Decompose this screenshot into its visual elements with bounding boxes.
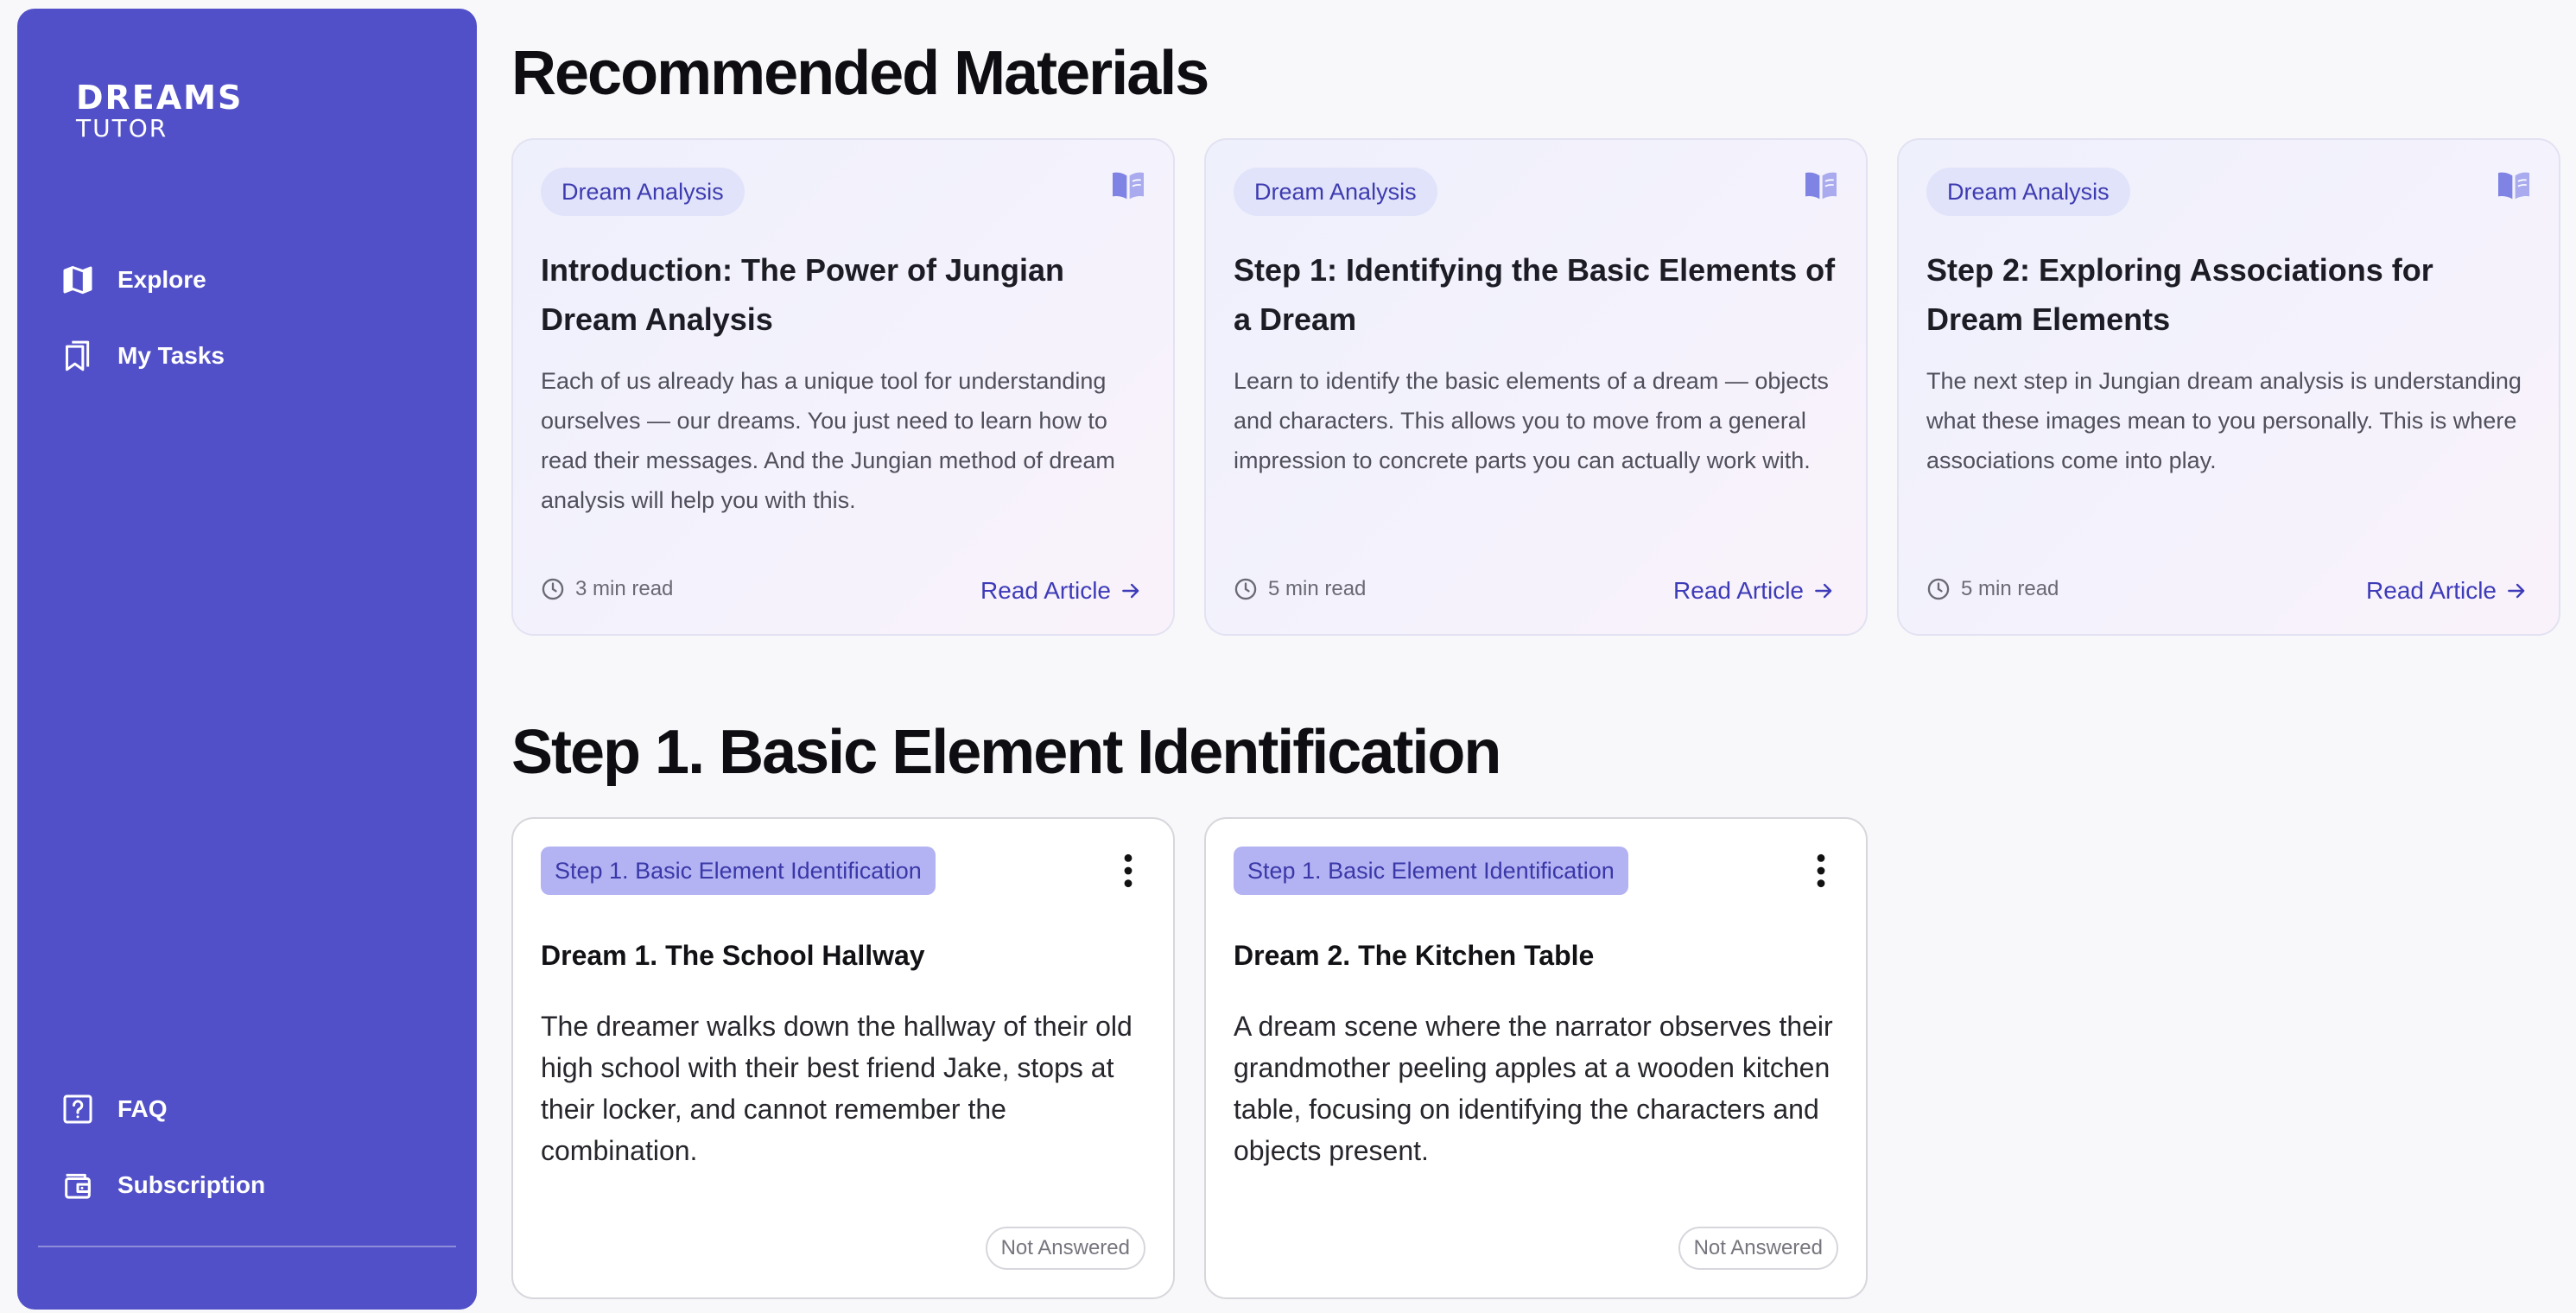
step-tag: Step 1. Basic Element Identification [1234, 847, 1628, 895]
sidebar-divider [38, 1246, 456, 1247]
read-time-text: 5 min read [1961, 577, 2059, 600]
more-options-icon[interactable] [1805, 852, 1837, 890]
material-card[interactable]: Dream Analysis Introduction: The Power o… [511, 138, 1175, 636]
arrow-right-icon [2508, 583, 2525, 599]
sidebar-item-explore[interactable]: Explore [59, 254, 206, 306]
read-article-label: Read Article [2366, 577, 2497, 604]
read-time-text: 3 min read [575, 577, 674, 600]
logo[interactable]: DREAMS TUTOR [76, 79, 243, 142]
read-article-label: Read Article [980, 577, 1111, 604]
sidebar-item-label: Explore [117, 266, 206, 293]
read-time-text: 5 min read [1268, 577, 1367, 600]
material-description: Learn to identify the basic elements of … [1234, 368, 1829, 473]
open-book-icon [1113, 172, 1144, 200]
help-icon [59, 1090, 97, 1128]
status-badge: Not Answered [1678, 1227, 1838, 1270]
sidebar-item-faq[interactable]: FAQ [59, 1083, 168, 1135]
material-title[interactable]: Introduction: The Power of Jungian Dream… [541, 245, 1145, 344]
more-options-icon[interactable] [1113, 852, 1144, 890]
open-book-icon [2498, 172, 2529, 200]
category-tag: Dream Analysis [541, 168, 745, 216]
step-section-title: Step 1. Basic Element Identification [511, 718, 1501, 787]
clock-icon [1234, 578, 1257, 600]
recommended-materials-title: Recommended Materials [511, 39, 1209, 108]
task-card[interactable]: Step 1. Basic Element Identification Dre… [511, 817, 1175, 1299]
task-title: Dream 2. The Kitchen Table [1234, 940, 1595, 971]
material-title[interactable]: Step 1: Identifying the Basic Elements o… [1234, 245, 1838, 344]
material-card[interactable]: Dream Analysis Step 1: Identifying the B… [1204, 138, 1868, 636]
read-time: 5 min read [1926, 577, 2059, 601]
material-card[interactable]: Dream Analysis Step 2: Exploring Associa… [1897, 138, 2560, 636]
sidebar-item-label: FAQ [117, 1095, 168, 1122]
task-description: A dream scene where the narrator observe… [1234, 1011, 1833, 1166]
material-description: The next step in Jungian dream analysis … [1926, 368, 2522, 473]
material-title[interactable]: Step 2: Exploring Associations for Dream… [1926, 245, 2531, 344]
category-tag: Dream Analysis [1926, 168, 2130, 216]
clock-icon [542, 578, 564, 600]
read-time: 3 min read [541, 577, 673, 601]
task-title: Dream 1. The School Hallway [541, 940, 925, 971]
sidebar-item-my-tasks[interactable]: My Tasks [59, 330, 225, 382]
read-article-label: Read Article [1673, 577, 1804, 604]
arrow-right-icon [1122, 583, 1139, 599]
logo-bottom-text: TUTOR [76, 114, 168, 143]
sidebar-item-subscription[interactable]: Subscription [59, 1159, 265, 1211]
arrow-right-icon [1815, 583, 1832, 599]
sidebar-item-label: Subscription [117, 1171, 266, 1198]
category-tag: Dream Analysis [1234, 168, 1437, 216]
task-description: The dreamer walks down the hallway of th… [541, 1011, 1133, 1166]
read-article-link[interactable]: Read Article [2366, 577, 2528, 605]
sidebar-item-label: My Tasks [117, 342, 225, 369]
open-book-icon [1805, 172, 1837, 200]
task-card[interactable]: Step 1. Basic Element Identification Dre… [1204, 817, 1868, 1299]
read-article-link[interactable]: Read Article [980, 577, 1142, 605]
status-badge: Not Answered [985, 1227, 1145, 1270]
map-icon [59, 261, 97, 299]
clock-icon [1927, 578, 1950, 600]
material-description: Each of us already has a unique tool for… [541, 368, 1115, 513]
sidebar: DREAMS TUTOR Explore My Tasks FAQ Subscr… [17, 9, 477, 1310]
bookmarks-icon [59, 337, 97, 375]
wallet-icon [59, 1166, 97, 1204]
read-article-link[interactable]: Read Article [1673, 577, 1835, 605]
read-time: 5 min read [1234, 577, 1366, 601]
step-tag: Step 1. Basic Element Identification [541, 847, 936, 895]
logo-top-text: DREAMS [76, 79, 244, 117]
